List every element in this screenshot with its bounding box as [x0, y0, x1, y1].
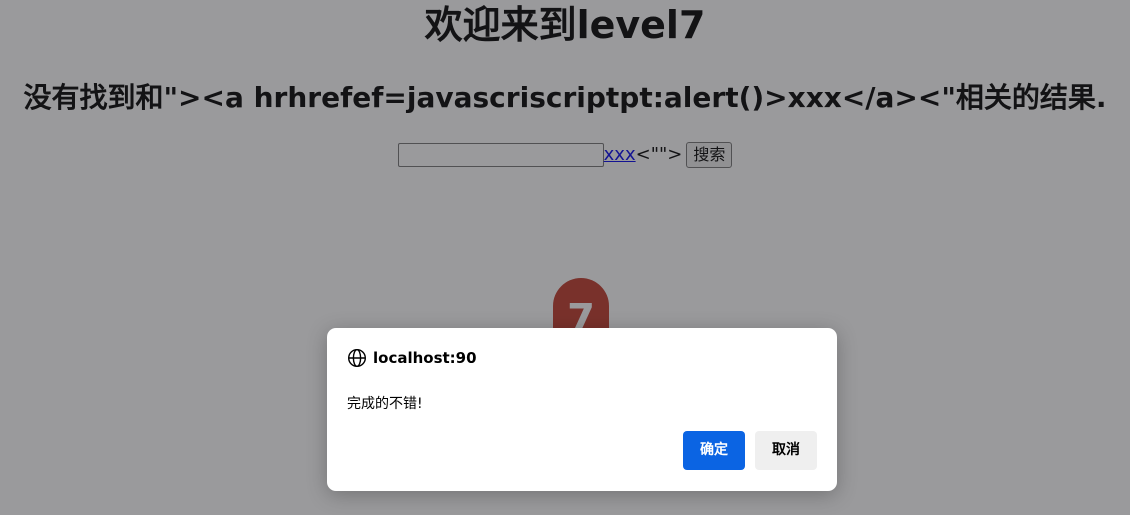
dialog-origin-text: localhost:90: [373, 349, 477, 367]
alert-dialog: localhost:90 完成的不错! 确定 取消: [327, 328, 837, 491]
dialog-origin: localhost:90: [347, 348, 477, 368]
cancel-button[interactable]: 取消: [755, 431, 817, 470]
dialog-message: 完成的不错!: [347, 396, 423, 412]
globe-icon: [347, 348, 367, 368]
ok-button[interactable]: 确定: [683, 431, 745, 470]
